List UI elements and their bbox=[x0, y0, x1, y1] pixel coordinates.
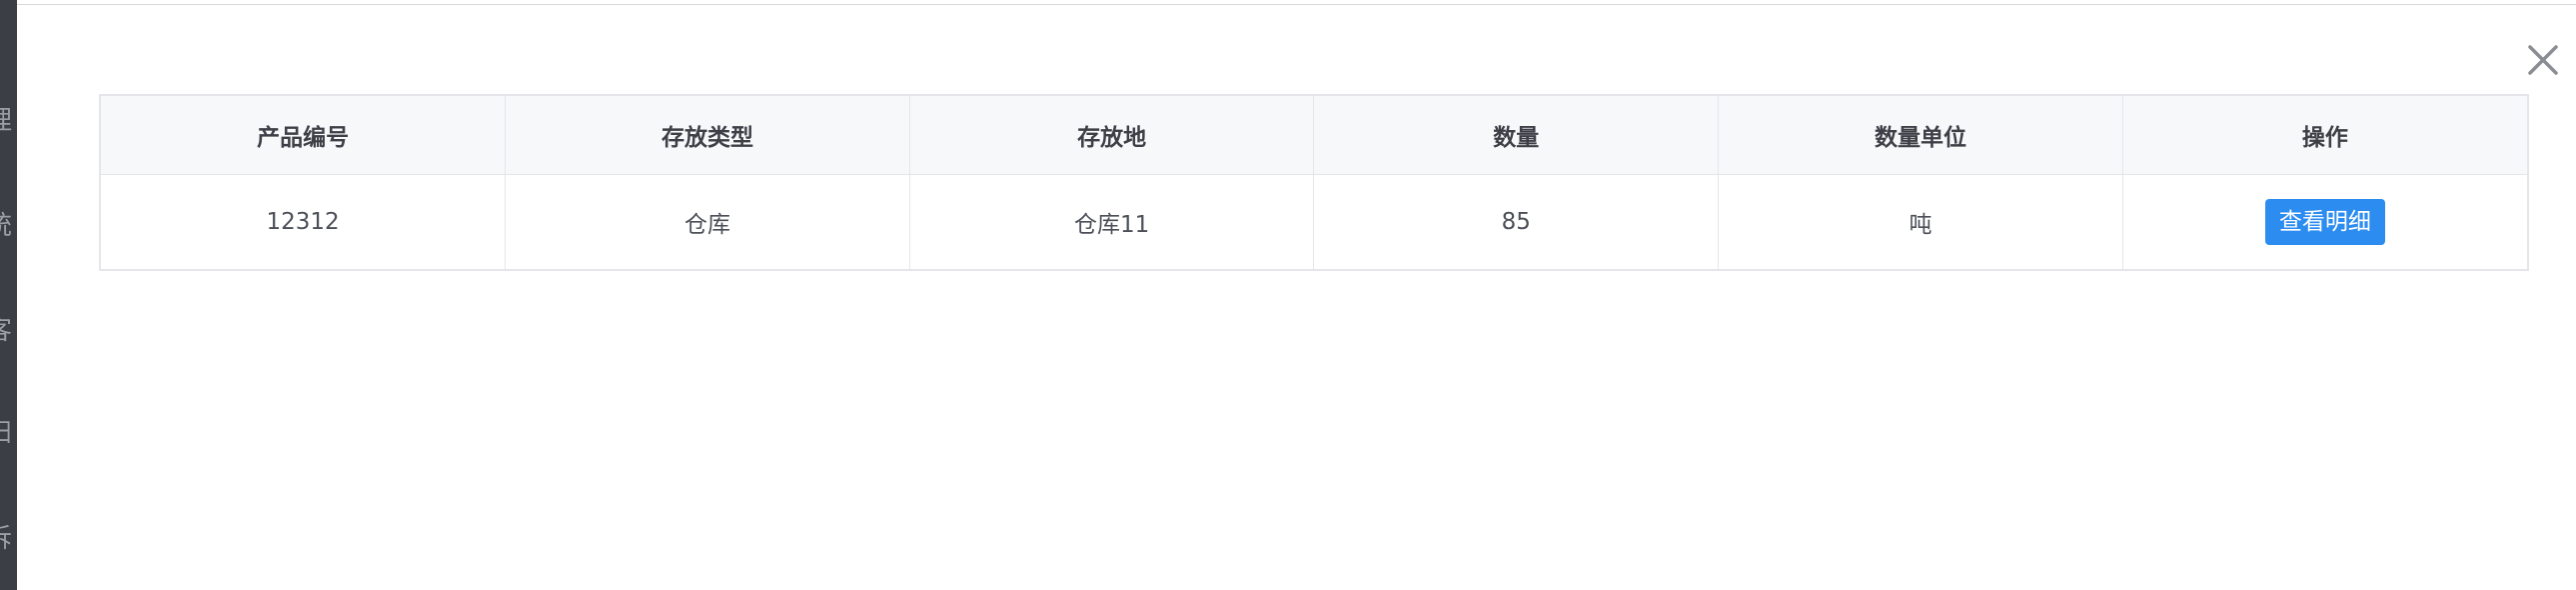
column-header-action: 操作 bbox=[2122, 96, 2527, 175]
cell-storage-type: 仓库 bbox=[505, 174, 910, 269]
view-details-button[interactable]: 查看明细 bbox=[2264, 199, 2385, 245]
background-menu-text: 统 bbox=[0, 205, 17, 242]
cell-product-no: 12312 bbox=[101, 174, 507, 269]
column-header-quantity: 数量 bbox=[1313, 96, 1720, 175]
table-header-row: 产品编号 存放类型 存放地 数量 数量单位 操作 bbox=[101, 96, 2527, 175]
cell-quantity: 85 bbox=[1313, 174, 1720, 269]
background-menu-text: 客 bbox=[0, 310, 17, 347]
background-menu-text: 理 bbox=[0, 100, 17, 137]
background-page-sidebar: 理 统 客 扫 诉 bbox=[0, 0, 17, 590]
cell-unit: 吨 bbox=[1718, 174, 2123, 269]
table-row: 12312 仓库 仓库11 85 吨 查看明细 bbox=[101, 174, 2527, 270]
background-menu-text: 扫 bbox=[0, 412, 17, 449]
column-header-location: 存放地 bbox=[909, 96, 1315, 175]
inventory-table: 产品编号 存放类型 存放地 数量 数量单位 操作 12312 仓库 仓库11 8… bbox=[99, 94, 2529, 271]
cell-action: 查看明细 bbox=[2122, 175, 2527, 270]
background-menu-text: 诉 bbox=[0, 518, 17, 555]
modal-dialog: 产品编号 存放类型 存放地 数量 数量单位 操作 12312 仓库 仓库11 8… bbox=[17, 4, 2576, 590]
cell-location: 仓库11 bbox=[909, 174, 1315, 269]
column-header-product-no: 产品编号 bbox=[101, 96, 507, 175]
close-icon[interactable] bbox=[2518, 35, 2562, 79]
column-header-unit: 数量单位 bbox=[1718, 96, 2123, 175]
column-header-storage-type: 存放类型 bbox=[505, 96, 910, 175]
